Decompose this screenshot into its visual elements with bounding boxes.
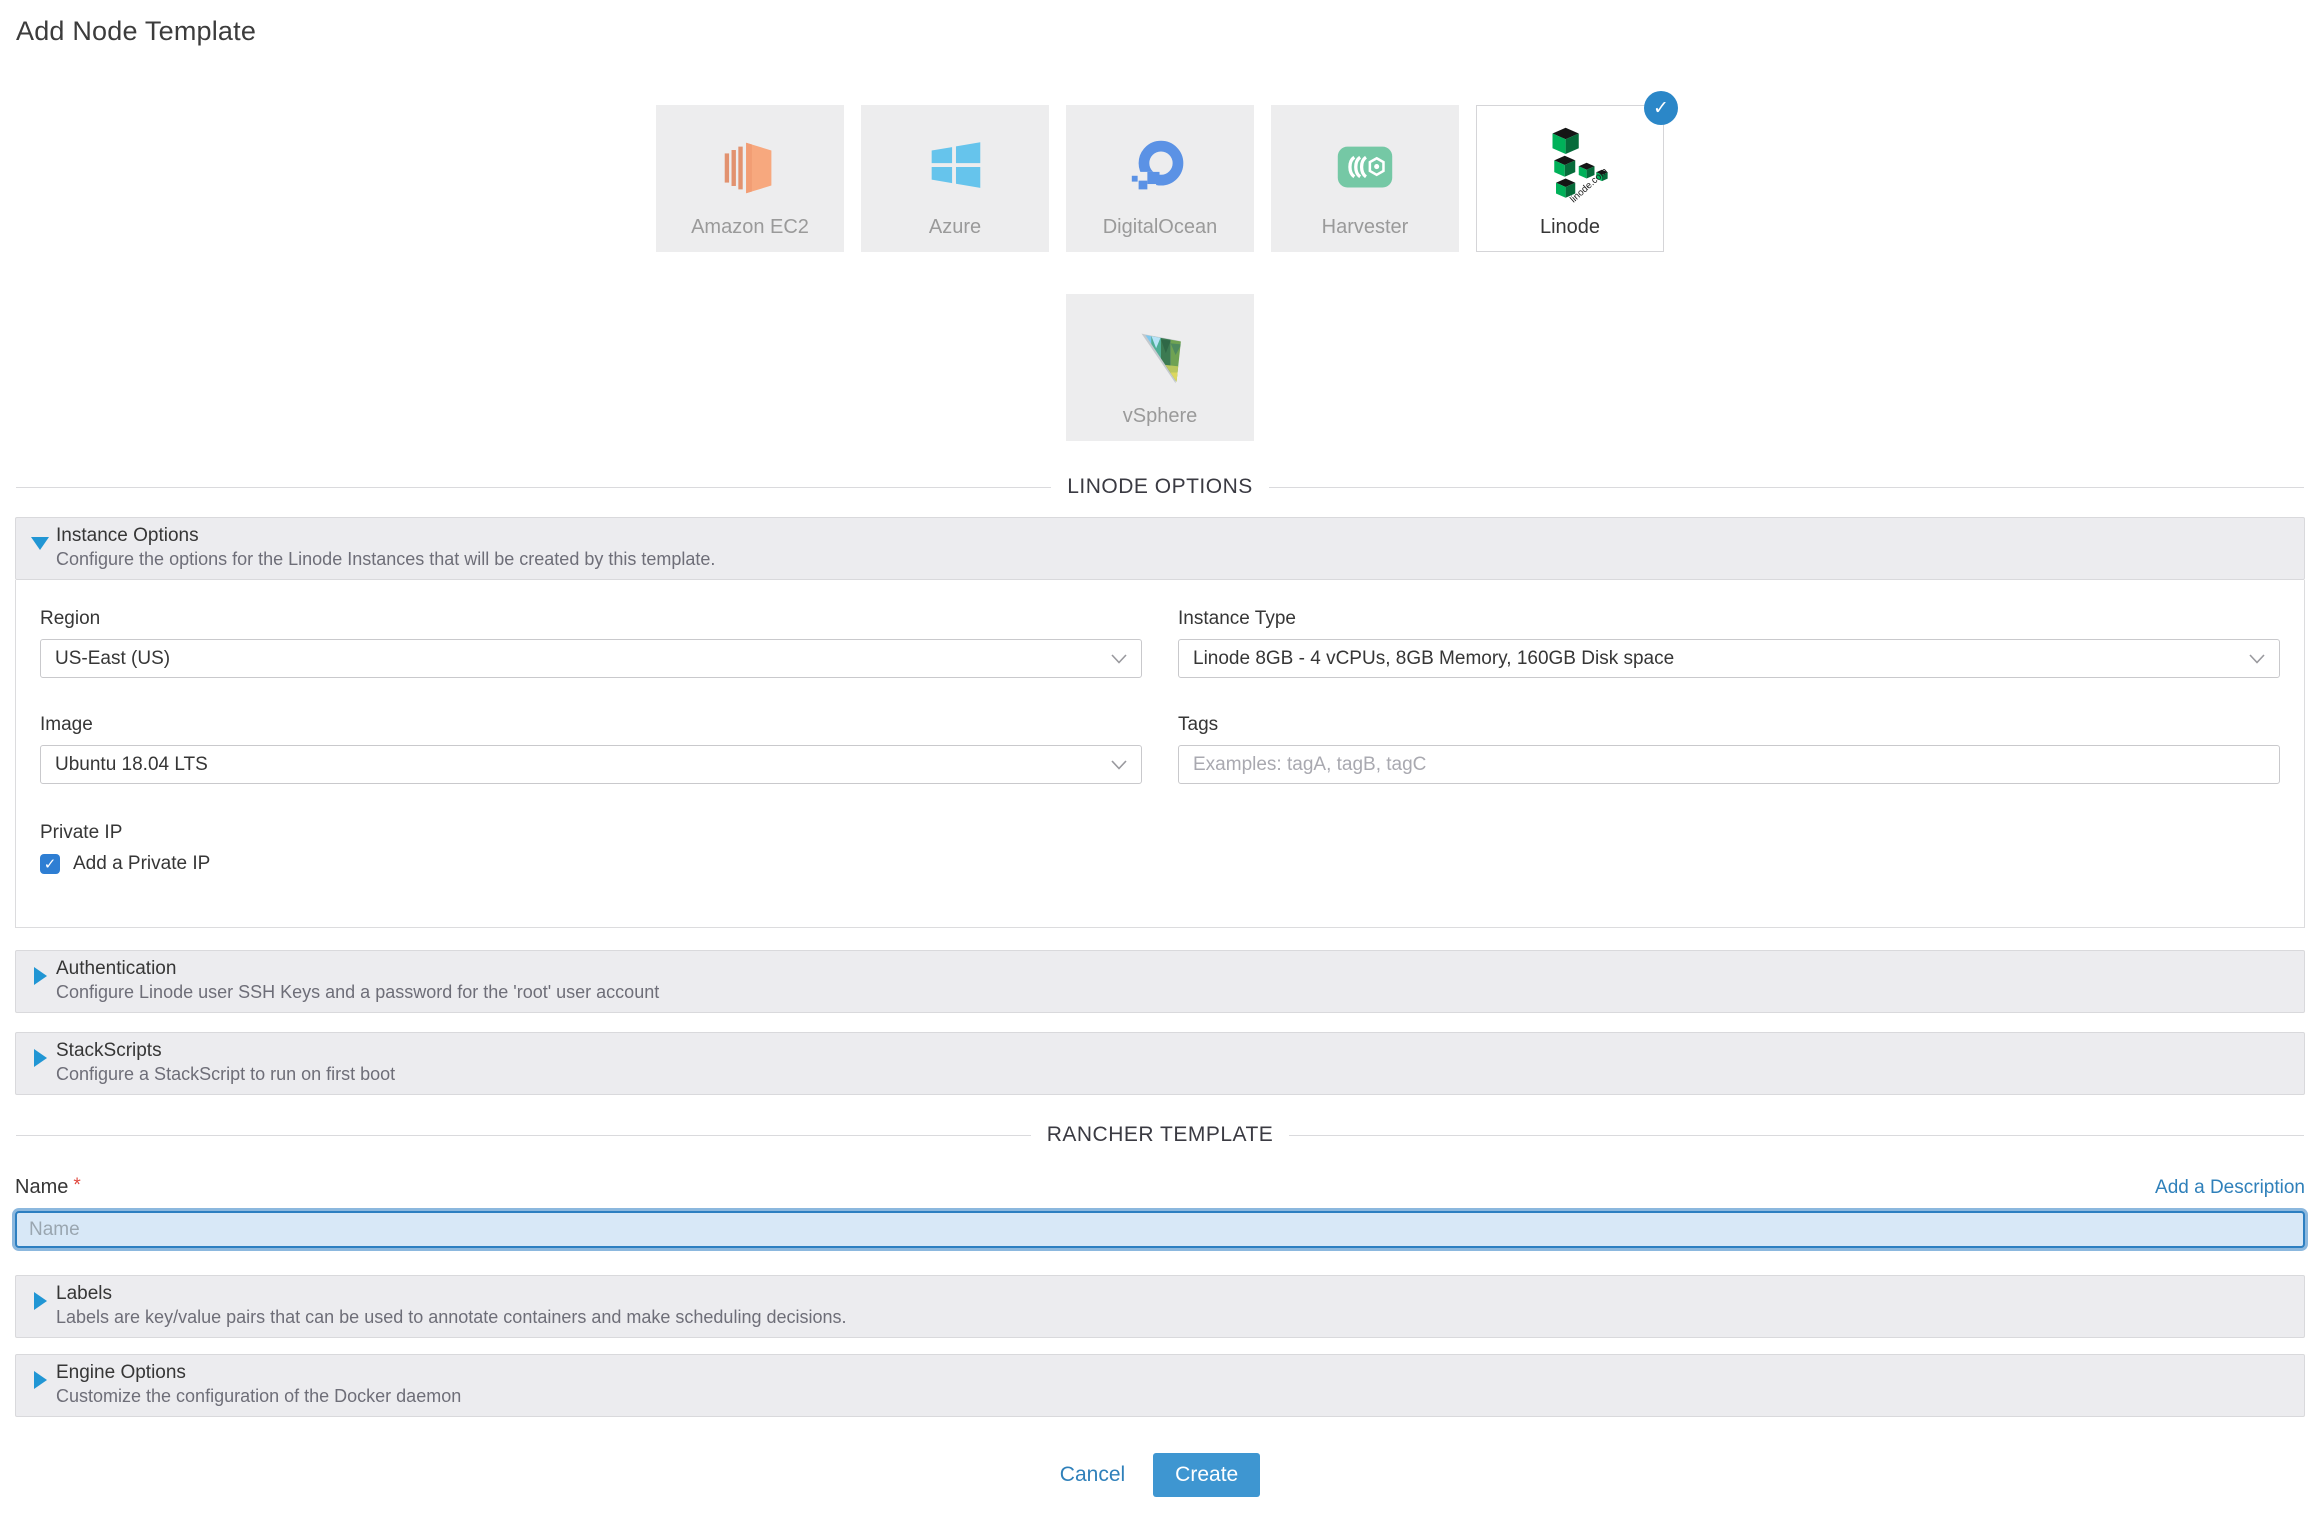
page-header: Add Node Template xyxy=(0,0,2320,47)
stackscripts-section: StackScripts Configure a StackScript to … xyxy=(15,1032,2305,1095)
name-input[interactable] xyxy=(15,1211,2305,1248)
image-select-value: Ubuntu 18.04 LTS xyxy=(55,754,208,776)
cancel-button[interactable]: Cancel xyxy=(1060,1463,1125,1487)
provider-picker: Amazon EC2 Azure xyxy=(0,105,2320,441)
image-select[interactable]: Ubuntu 18.04 LTS xyxy=(40,745,1142,784)
triangle-right-icon xyxy=(34,1049,47,1067)
name-label-group: Name* xyxy=(15,1175,81,1199)
rancher-template-divider-label: RANCHER TEMPLATE xyxy=(1047,1123,1274,1147)
engine-options-section: Engine Options Customize the configurati… xyxy=(15,1354,2305,1417)
provider-card-amazon-ec2[interactable]: Amazon EC2 xyxy=(656,105,844,252)
private-ip-checkbox-label: Add a Private IP xyxy=(73,853,210,875)
instance-options-title: Instance Options xyxy=(56,525,2290,547)
private-ip-field: Private IP ✓ Add a Private IP xyxy=(40,822,2280,875)
divider-line xyxy=(1289,1135,2304,1136)
digitalocean-icon xyxy=(1125,130,1195,206)
vsphere-icon xyxy=(1125,319,1195,395)
provider-card-label: Amazon EC2 xyxy=(691,216,809,239)
region-select-value: US-East (US) xyxy=(55,648,170,670)
authentication-subtitle: Configure Linode user SSH Keys and a pas… xyxy=(56,982,2290,1003)
engine-options-subtitle: Customize the configuration of the Docke… xyxy=(56,1386,2290,1407)
provider-card-harvester[interactable]: Harvester xyxy=(1271,105,1459,252)
azure-icon xyxy=(920,130,990,206)
provider-card-label: Azure xyxy=(929,216,981,239)
divider-line xyxy=(1269,487,2304,488)
instance-options-section: Instance Options Configure the options f… xyxy=(15,517,2305,928)
provider-card-azure[interactable]: Azure xyxy=(861,105,1049,252)
chevron-down-icon xyxy=(2249,654,2265,664)
tags-label: Tags xyxy=(1178,714,2280,736)
selected-check-badge: ✓ xyxy=(1644,91,1678,125)
provider-row-1: Amazon EC2 Azure xyxy=(0,105,2320,252)
provider-card-linode[interactable]: ✓ xyxy=(1476,105,1664,252)
labels-subtitle: Labels are key/value pairs that can be u… xyxy=(56,1307,2290,1328)
image-field: Image Ubuntu 18.04 LTS xyxy=(40,714,1142,784)
instance-options-field-grid: Region US-East (US) Instance Type Linode… xyxy=(40,608,2280,784)
provider-options-divider: LINODE OPTIONS xyxy=(16,475,2304,499)
instance-type-select[interactable]: Linode 8GB - 4 vCPUs, 8GB Memory, 160GB … xyxy=(1178,639,2280,678)
divider-line xyxy=(16,1135,1031,1136)
harvester-icon xyxy=(1330,130,1400,206)
name-label: Name xyxy=(15,1176,68,1198)
private-ip-label: Private IP xyxy=(40,822,2280,844)
linode-icon: linode.com xyxy=(1528,130,1612,206)
stackscripts-subtitle: Configure a StackScript to run on first … xyxy=(56,1064,2290,1085)
provider-card-label: DigitalOcean xyxy=(1103,216,1218,239)
footer-actions: Cancel Create xyxy=(0,1453,2320,1535)
stackscripts-header[interactable]: StackScripts Configure a StackScript to … xyxy=(15,1032,2305,1095)
labels-header[interactable]: Labels Labels are key/value pairs that c… xyxy=(15,1275,2305,1338)
name-field-row: Name* Add a Description xyxy=(15,1175,2305,1199)
region-label: Region xyxy=(40,608,1142,630)
check-icon: ✓ xyxy=(1653,97,1669,120)
instance-options-header[interactable]: Instance Options Configure the options f… xyxy=(15,517,2305,580)
tags-input[interactable] xyxy=(1178,745,2280,784)
create-button[interactable]: Create xyxy=(1153,1453,1260,1497)
labels-title: Labels xyxy=(56,1283,2290,1305)
provider-card-label: Harvester xyxy=(1322,216,1409,239)
triangle-down-icon xyxy=(31,537,49,550)
stackscripts-title: StackScripts xyxy=(56,1040,2290,1062)
image-label: Image xyxy=(40,714,1142,736)
instance-options-body: Region US-East (US) Instance Type Linode… xyxy=(15,580,2305,928)
name-input-wrap xyxy=(15,1211,2305,1248)
add-description-link[interactable]: Add a Description xyxy=(2155,1177,2305,1199)
amazon-ec2-icon xyxy=(715,130,785,206)
region-field: Region US-East (US) xyxy=(40,608,1142,678)
tags-field: Tags xyxy=(1178,714,2280,784)
provider-card-vsphere[interactable]: vSphere xyxy=(1066,294,1254,441)
region-select[interactable]: US-East (US) xyxy=(40,639,1142,678)
provider-row-2: vSphere xyxy=(0,294,2320,441)
instance-type-label: Instance Type xyxy=(1178,608,2280,630)
private-ip-checkbox-row[interactable]: ✓ Add a Private IP xyxy=(40,853,2280,875)
triangle-right-icon xyxy=(34,1371,47,1389)
engine-options-header[interactable]: Engine Options Customize the configurati… xyxy=(15,1354,2305,1417)
required-marker: * xyxy=(73,1175,80,1196)
chevron-down-icon xyxy=(1111,654,1127,664)
engine-options-title: Engine Options xyxy=(56,1362,2290,1384)
provider-card-label: vSphere xyxy=(1123,405,1198,428)
rancher-template-divider: RANCHER TEMPLATE xyxy=(16,1123,2304,1147)
triangle-right-icon xyxy=(34,1292,47,1310)
instance-type-select-value: Linode 8GB - 4 vCPUs, 8GB Memory, 160GB … xyxy=(1193,648,1674,670)
page-title: Add Node Template xyxy=(16,16,2304,47)
instance-type-field: Instance Type Linode 8GB - 4 vCPUs, 8GB … xyxy=(1178,608,2280,678)
check-icon: ✓ xyxy=(44,855,57,873)
instance-options-subtitle: Configure the options for the Linode Ins… xyxy=(56,549,2290,570)
authentication-header[interactable]: Authentication Configure Linode user SSH… xyxy=(15,950,2305,1013)
chevron-down-icon xyxy=(1111,760,1127,770)
provider-card-label: Linode xyxy=(1540,216,1600,239)
authentication-section: Authentication Configure Linode user SSH… xyxy=(15,950,2305,1013)
authentication-title: Authentication xyxy=(56,958,2290,980)
divider-line xyxy=(16,487,1051,488)
labels-section: Labels Labels are key/value pairs that c… xyxy=(15,1275,2305,1338)
provider-card-digitalocean[interactable]: DigitalOcean xyxy=(1066,105,1254,252)
private-ip-checkbox[interactable]: ✓ xyxy=(40,854,60,874)
provider-options-divider-label: LINODE OPTIONS xyxy=(1067,475,1253,499)
triangle-right-icon xyxy=(34,967,47,985)
